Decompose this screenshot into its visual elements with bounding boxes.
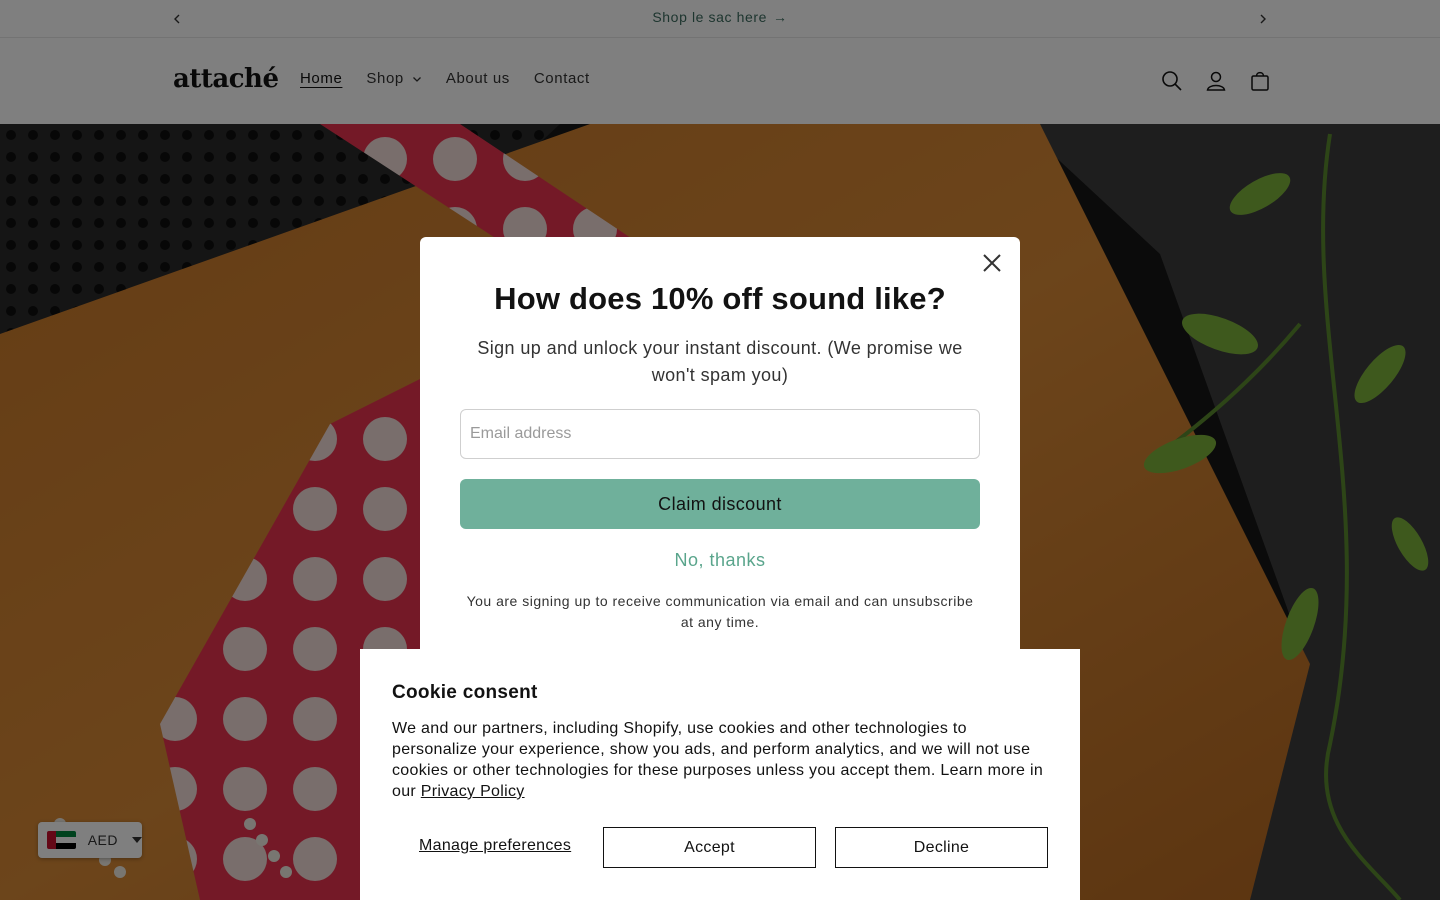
claim-discount-button[interactable]: Claim discount [460, 479, 980, 529]
no-thanks-button[interactable]: No, thanks [420, 550, 1020, 571]
close-icon[interactable] [978, 249, 1006, 277]
cookie-actions: Manage preferences Accept Decline [392, 827, 1048, 868]
accept-button[interactable]: Accept [603, 827, 816, 868]
privacy-policy-link[interactable]: Privacy Policy [421, 783, 525, 800]
discount-modal: How does 10% off sound like? Sign up and… [420, 237, 1020, 664]
modal-disclaimer: You are signing up to receive communicat… [466, 593, 974, 630]
modal-title: How does 10% off sound like? [494, 281, 946, 316]
manage-preferences-link[interactable]: Manage preferences [419, 837, 571, 855]
decline-button[interactable]: Decline [835, 827, 1048, 868]
cookie-text: We and our partners, including Shopify, … [392, 718, 1048, 802]
cookie-consent-banner: Cookie consent We and our partners, incl… [360, 649, 1080, 900]
cookie-title: Cookie consent [392, 682, 538, 703]
modal-subtitle: Sign up and unlock your instant discount… [477, 338, 963, 385]
email-field[interactable] [460, 409, 980, 459]
